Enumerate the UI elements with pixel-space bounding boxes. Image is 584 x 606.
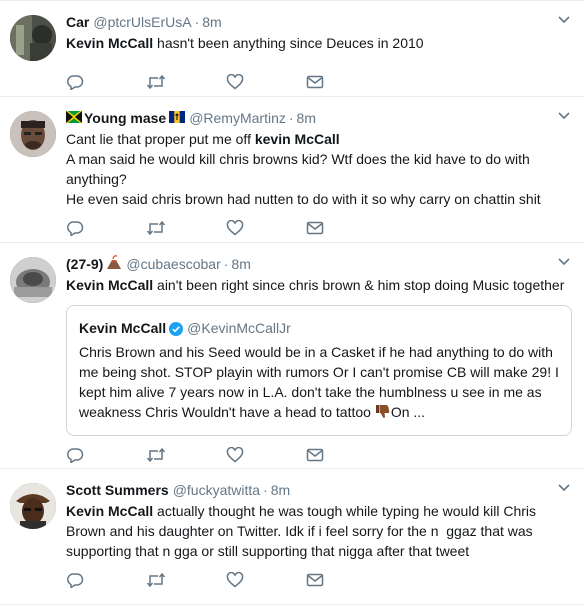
username[interactable]: @fuckyatwitta xyxy=(173,480,260,500)
timestamp[interactable]: 8m xyxy=(202,12,221,32)
username[interactable]: @ptcrUlsErUsA xyxy=(93,12,191,32)
text-segment: A man said he would kill chris browns ki… xyxy=(66,151,530,187)
display-name[interactable]: Scott Summers xyxy=(66,480,169,500)
text-segment: hasn't been anything since Deuces in 201… xyxy=(153,35,424,51)
mention[interactable]: kevin McCall xyxy=(255,131,340,147)
jamaica-flag-icon xyxy=(65,108,83,128)
retweet-icon xyxy=(146,220,166,236)
tweet[interactable]: (27-9) @cubaescobar · 8m Kevin McCall ai… xyxy=(0,243,584,469)
text-segment: He even said chris brown had nutten to d… xyxy=(66,191,541,207)
tweet-text: Kevin McCall hasn't been anything since … xyxy=(66,33,570,53)
action-bar xyxy=(66,63,570,101)
username[interactable]: @RemyMartinz xyxy=(189,108,286,128)
chevron-down-icon[interactable] xyxy=(558,110,570,122)
envelope-icon xyxy=(306,75,324,89)
reply-icon xyxy=(66,74,84,90)
avatar[interactable] xyxy=(10,257,56,303)
reply-icon xyxy=(66,572,84,588)
avatar[interactable] xyxy=(10,111,56,157)
quoted-tweet-text: Chris Brown and his Seed would be in a C… xyxy=(79,342,559,424)
heart-icon xyxy=(226,74,244,90)
timeline: Car @ptcrUlsErUsA · 8m Kevin McCall hasn… xyxy=(0,0,584,605)
dm-button[interactable] xyxy=(306,445,386,465)
action-bar xyxy=(66,561,570,599)
text-segment: On ... xyxy=(390,404,426,420)
retweet-button[interactable] xyxy=(146,218,226,238)
display-name[interactable]: (27-9) xyxy=(66,254,103,274)
heart-icon xyxy=(226,447,244,463)
reply-button[interactable] xyxy=(66,570,146,590)
retweet-button[interactable] xyxy=(146,72,226,92)
timestamp[interactable]: 8m xyxy=(231,254,250,274)
display-name[interactable]: Young mase xyxy=(84,108,166,128)
tweet-text: Kevin McCall ain't been right since chri… xyxy=(66,275,570,295)
reply-button[interactable] xyxy=(66,445,146,465)
text-segment: Chris Brown and his Seed would be in a C… xyxy=(79,344,559,420)
text-segment: Cant lie that proper put me off xyxy=(66,131,255,147)
like-button[interactable] xyxy=(226,445,306,465)
tweet[interactable]: Young mase @RemyMartinz · 8m Cant lie th… xyxy=(0,97,584,243)
retweet-icon xyxy=(146,74,166,90)
text-segment: ain't been right since chris brown & him… xyxy=(153,277,565,293)
like-button[interactable] xyxy=(226,72,306,92)
dm-button[interactable] xyxy=(306,570,386,590)
heart-icon xyxy=(226,572,244,588)
display-name[interactable]: Car xyxy=(66,12,89,32)
quoted-tweet-header: Kevin McCall @KevinMcCallJr xyxy=(79,318,559,338)
like-button[interactable] xyxy=(226,218,306,238)
avatar[interactable] xyxy=(10,15,56,61)
separator: · xyxy=(263,482,268,498)
retweet-button[interactable] xyxy=(146,445,226,465)
chevron-down-icon[interactable] xyxy=(558,256,570,268)
tweet-header: (27-9) @cubaescobar · 8m xyxy=(66,254,570,274)
avatar[interactable] xyxy=(10,483,56,529)
verified-badge-icon xyxy=(169,321,184,336)
envelope-icon xyxy=(306,448,324,462)
quoted-username: @KevinMcCallJr xyxy=(187,320,291,336)
reply-icon xyxy=(66,447,84,463)
envelope-icon xyxy=(306,573,324,587)
retweet-icon xyxy=(146,447,166,463)
dm-button[interactable] xyxy=(306,218,386,238)
chevron-down-icon[interactable] xyxy=(558,14,570,26)
mention[interactable]: Kevin McCall xyxy=(66,277,153,293)
reply-button[interactable] xyxy=(66,218,146,238)
barbados-flag-icon xyxy=(169,108,186,128)
chevron-down-icon[interactable] xyxy=(558,482,570,494)
separator: · xyxy=(223,256,229,272)
thumbs-down-icon xyxy=(375,403,391,424)
tweet-header: Scott Summers @fuckyatwitta · 8m xyxy=(66,480,570,500)
heart-icon xyxy=(226,220,244,236)
timestamp[interactable]: 8m xyxy=(297,108,316,128)
volcano-icon xyxy=(106,254,122,274)
tweet-header: Car @ptcrUlsErUsA · 8m xyxy=(66,12,570,32)
tweet-text: Cant lie that proper put me off kevin Mc… xyxy=(66,129,570,209)
separator: · xyxy=(194,14,200,30)
dm-button[interactable] xyxy=(306,72,386,92)
reply-button[interactable] xyxy=(66,72,146,92)
tweet-text: Kevin McCall actually thought he was tou… xyxy=(66,501,570,561)
separator: · xyxy=(288,110,294,126)
tweet[interactable]: Scott Summers @fuckyatwitta · 8m Kevin M… xyxy=(0,469,584,605)
mention[interactable]: Kevin McCall xyxy=(66,35,153,51)
like-button[interactable] xyxy=(226,570,306,590)
quoted-tweet[interactable]: Kevin McCall @KevinMcCallJr Chris Brown … xyxy=(66,305,572,436)
retweet-button[interactable] xyxy=(146,570,226,590)
reply-icon xyxy=(66,220,84,236)
retweet-icon xyxy=(146,572,166,588)
action-bar xyxy=(66,209,570,247)
username[interactable]: @cubaescobar xyxy=(126,254,220,274)
tweet-header: Young mase @RemyMartinz · 8m xyxy=(65,108,570,128)
quoted-display-name: Kevin McCall xyxy=(79,320,167,336)
tweet[interactable]: Car @ptcrUlsErUsA · 8m Kevin McCall hasn… xyxy=(0,1,584,97)
envelope-icon xyxy=(306,221,324,235)
mention[interactable]: Kevin McCall xyxy=(66,503,153,519)
timestamp[interactable]: 8m xyxy=(271,480,290,500)
